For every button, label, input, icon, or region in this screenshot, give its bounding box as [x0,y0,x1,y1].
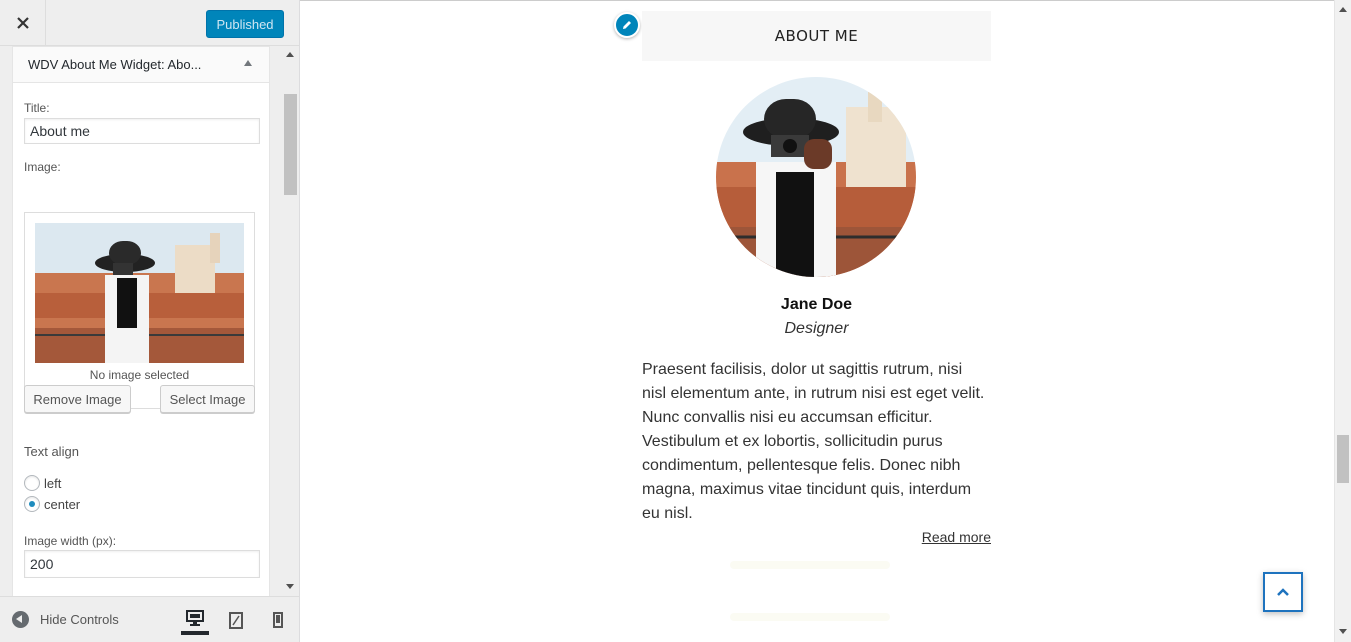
text-align-label: Text align [24,444,79,459]
image-thumbnail [35,223,244,363]
image-width-label: Image width (px): [24,534,117,548]
image-width-input[interactable]: 200 [24,550,260,578]
align-left-label: left [44,475,62,491]
tablet-icon [229,611,243,629]
remove-image-button[interactable]: Remove Image [24,385,131,413]
bio-line: Nunc convallis nisi eu accumsan efficitu… [642,409,933,426]
mobile-icon [273,612,283,628]
align-left-radio[interactable] [24,475,40,491]
scroll-to-top-button[interactable] [1263,572,1303,612]
select-image-button[interactable]: Select Image [160,385,255,413]
person-name: Jane Doe [780,296,853,313]
align-center-label: center [44,496,81,512]
scroll-up-icon[interactable] [286,52,294,57]
device-desktop-button[interactable] [181,605,209,635]
read-more-link[interactable]: Read more [642,529,991,545]
hide-controls-button[interactable]: Hide Controls [12,611,119,628]
bio-line: magna, maximus vitae tincidunt quis, int… [642,481,972,498]
sidebar-header: Published [0,0,299,46]
faded-divider [730,561,890,569]
scroll-up-icon[interactable] [1339,7,1347,12]
no-image-text: No image selected [89,368,190,382]
bio-text: Praesent facilisis, dolor ut sagittis ru… [642,358,991,526]
desktop-icon [186,610,204,626]
collapse-arrow-icon[interactable] [244,60,252,66]
person-role: Designer [784,320,849,337]
site-preview: ABOUT ME Jane Doe Designer Praesent faci… [300,0,1334,642]
scroll-down-icon[interactable] [1339,629,1347,634]
faded-divider [730,613,890,621]
title-input[interactable]: About me [24,118,260,144]
collapse-arrow-circle-icon [12,611,29,628]
preview-scrollbar[interactable] [1334,0,1351,642]
scroll-thumb[interactable] [284,94,297,195]
publish-button[interactable]: Published [206,10,284,38]
customizer-sidebar: Published WDV About Me Widget: Abo... Ti… [0,0,300,642]
device-mobile-button[interactable] [264,605,292,635]
align-center-option[interactable]: center [24,496,80,512]
bio-line: nisl elementum ante, in rutrum nisi est … [642,385,985,402]
title-label: Title: [24,101,50,115]
sidebar-content: WDV About Me Widget: Abo... Title: About… [12,46,270,596]
widget-header[interactable]: WDV About Me Widget: Abo... [12,46,270,83]
close-button[interactable] [0,0,46,46]
close-icon [16,17,29,29]
widget-form: Title: About me Image: No image selected… [12,83,270,596]
bio-line: Vestibulum et ex lobortis, sollicitudin … [642,433,943,450]
chevron-up-icon [1277,588,1289,596]
bio-line: Praesent facilisis, dolor ut sagittis ru… [642,361,963,378]
sidebar-scrollbar[interactable] [281,46,300,596]
bio-line: condimentum, pellentesque felis. Donec n… [642,457,961,474]
edit-widget-button[interactable] [614,12,640,38]
align-left-option[interactable]: left [24,475,61,491]
widget-heading: ABOUT ME [642,11,991,61]
align-center-radio[interactable] [24,496,40,512]
device-tablet-button[interactable] [222,605,250,635]
image-label: Image: [24,160,61,174]
hide-controls-label: Hide Controls [40,612,119,627]
pencil-icon [623,21,631,29]
sidebar-footer: Hide Controls [0,596,299,642]
scroll-thumb[interactable] [1337,435,1349,483]
image-preview-box: No image selected [24,212,255,409]
bio-line: eu nisl. [642,505,693,522]
widget-title: WDV About Me Widget: Abo... [28,57,202,72]
scroll-down-icon[interactable] [286,584,294,589]
profile-photo [716,77,916,277]
